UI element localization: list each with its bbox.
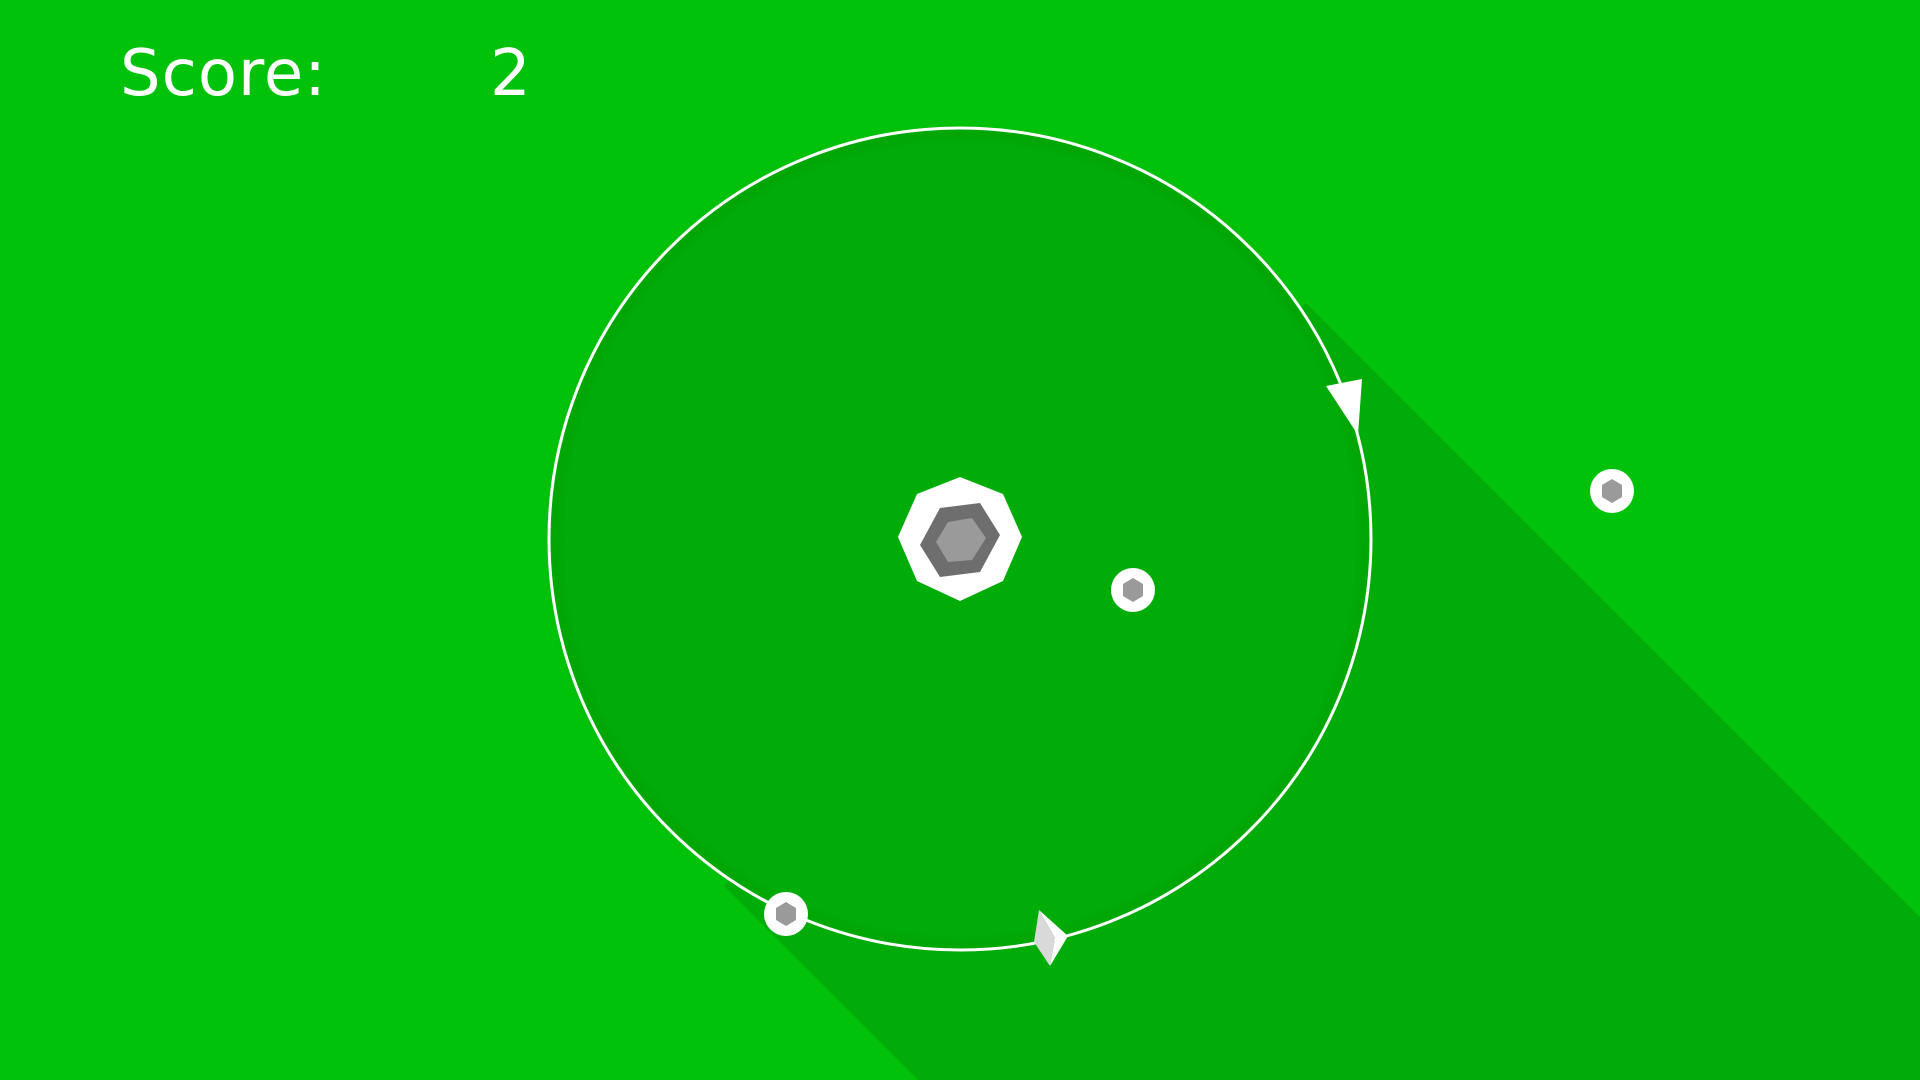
outer-node[interactable]: [1590, 469, 1634, 513]
score-label: Score:: [120, 37, 327, 111]
game-stage[interactable]: [0, 0, 1920, 1080]
game-screen[interactable]: Score: 2: [0, 0, 1920, 1080]
inner-node[interactable]: [1111, 568, 1155, 612]
score-value: 2: [490, 37, 532, 111]
orbit-node[interactable]: [764, 892, 808, 936]
